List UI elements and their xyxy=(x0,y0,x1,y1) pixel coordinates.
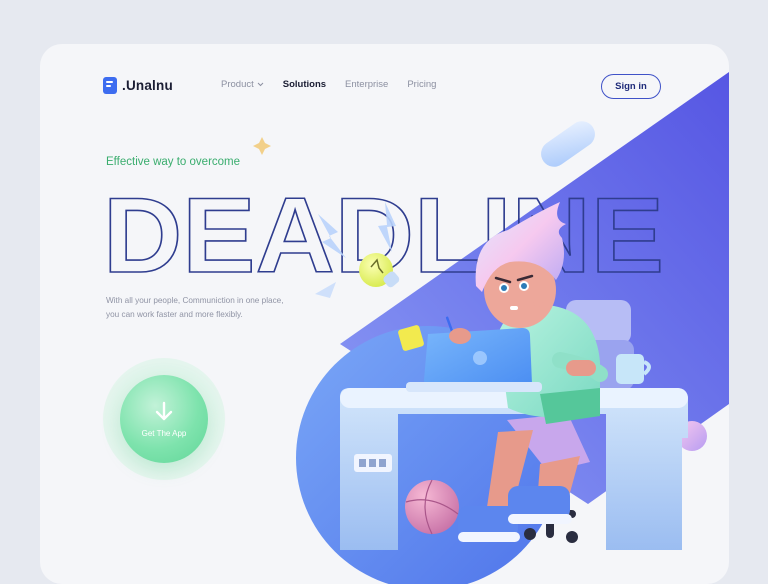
download-arrow-icon xyxy=(155,401,173,420)
get-the-app-label: Get The App xyxy=(141,428,187,438)
landing-card: .Unalnu Product Solutions Enterprise Pri… xyxy=(40,44,729,584)
hero-description: With all your people, Communiction in on… xyxy=(106,294,326,321)
hero-description-line-1: With all your people, Communiction in on… xyxy=(106,296,284,305)
get-the-app-button[interactable]: Get The App xyxy=(120,375,208,463)
basketball xyxy=(405,480,459,534)
hero-description-line-2: you can work faster and more flexibly. xyxy=(106,309,243,319)
